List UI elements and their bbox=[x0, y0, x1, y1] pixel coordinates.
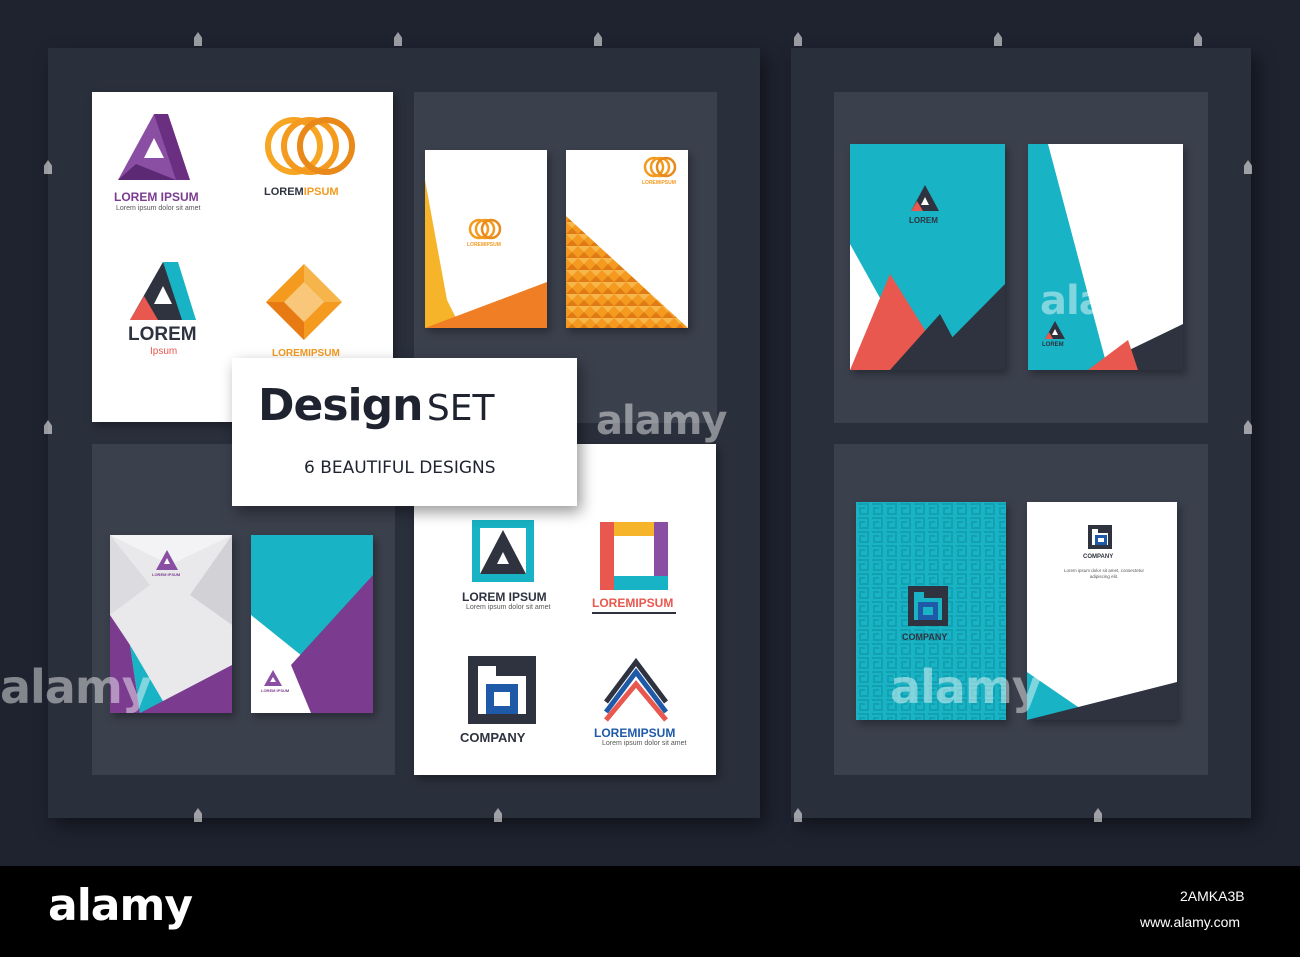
brochure-orange-two: LOREMIPSUM bbox=[566, 150, 688, 328]
company-square-logo-icon bbox=[468, 656, 536, 724]
watermark-mark-icon bbox=[594, 32, 602, 46]
title-subtitle: 6 BEAUTIFUL DESIGNS bbox=[304, 458, 496, 478]
color-squares-lorem-part: LOREM bbox=[592, 596, 636, 610]
loremipsum-logo-a: LOREMIPSUM bbox=[264, 186, 339, 198]
brochure-two-loremipsum-text: LOREMIPSUM bbox=[642, 180, 676, 186]
watermark-center: alamy bbox=[596, 398, 727, 444]
brochure-purple-two: LOREM IPSUM bbox=[251, 535, 373, 713]
orange-diamond-logo-icon bbox=[266, 264, 342, 340]
brochure-loremipsum-text: LOREMIPSUM bbox=[467, 242, 501, 248]
brochure-two-ipsum-part: IPSUM bbox=[660, 180, 676, 186]
watermark-left: alamy bbox=[0, 660, 152, 714]
stacked-tagline: Lorem ipsum dolor sit amet bbox=[602, 740, 687, 747]
lorem-ipsum-tagline: Lorem ipsum dolor sit amet bbox=[116, 205, 201, 212]
brochure-company-one-text: COMPANY bbox=[902, 632, 948, 642]
watermark-mark-icon bbox=[194, 32, 202, 46]
footer-url: www.alamy.com bbox=[1140, 914, 1241, 930]
color-squares-underline bbox=[592, 612, 676, 614]
brochure-teal-one-text: LOREM bbox=[909, 216, 938, 225]
loremipsum-ipsum-part: IPSUM bbox=[303, 186, 339, 198]
brochure-teal-two-text: LOREM bbox=[1042, 342, 1064, 348]
title-card: Design SET 6 BEAUTIFUL DESIGNS bbox=[232, 358, 577, 506]
brochure-two-rings-icon bbox=[643, 156, 677, 178]
brochure-company-two-body: Lorem ipsum dolor sit amet, consectetur … bbox=[1063, 568, 1145, 579]
footer-bar: alamy 2AMKA3B www.alamy.com bbox=[0, 866, 1300, 957]
company-logo-text: COMPANY bbox=[460, 730, 526, 745]
watermark-right: alamy bbox=[890, 660, 1042, 714]
title-set: SET bbox=[426, 388, 495, 429]
lorem-ipsum-logo-text: LOREM IPSUM bbox=[114, 190, 199, 204]
square-lorem-ipsum-text: LOREM IPSUM bbox=[462, 590, 547, 604]
brochure-purple-two-logo-icon bbox=[264, 670, 282, 686]
brochure-company-two-text: COMPANY bbox=[1083, 554, 1114, 560]
square-triangle-logo-icon bbox=[472, 520, 534, 582]
watermark-mark-icon bbox=[394, 32, 402, 46]
brochure-teal-one-shapes bbox=[850, 144, 1005, 370]
purple-triangle-logo-icon bbox=[118, 114, 190, 180]
brochure-two-lorem-part: LOREM bbox=[642, 180, 661, 186]
color-squares-ipsum-part: IPSUM bbox=[635, 596, 674, 610]
brochure-company-one-logo-icon bbox=[908, 586, 948, 626]
brochure-orange-one: LOREMIPSUM bbox=[425, 150, 547, 328]
loremipsum-lorem-part: LOREM bbox=[264, 186, 304, 198]
ipsum-small-text: Ipsum bbox=[150, 346, 178, 357]
brochure-teal-one-logo-icon bbox=[911, 185, 939, 211]
stacked-triangles-logo-icon bbox=[604, 657, 668, 722]
orange-rings-logo-icon bbox=[265, 117, 355, 175]
title-design: Design bbox=[258, 380, 423, 431]
brochure-company-two-logo-icon bbox=[1088, 525, 1112, 549]
teal-triangle-logo-icon bbox=[130, 262, 196, 320]
brochure-ipsum-part: IPSUM bbox=[485, 242, 501, 248]
brochure-rings-icon bbox=[468, 218, 502, 240]
brochure-company-two: COMPANY Lorem ipsum dolor sit amet, cons… bbox=[1027, 502, 1177, 720]
square-lorem-ipsum-tagline: Lorem ipsum dolor sit amet bbox=[466, 604, 551, 611]
brochure-lorem-part: LOREM bbox=[467, 242, 486, 248]
lorem-logo-text: LOREM bbox=[128, 324, 197, 345]
brochure-purple-two-text: LOREM IPSUM bbox=[261, 688, 290, 693]
brochure-purple-one-text: LOREM IPSUM bbox=[152, 572, 181, 577]
footer-image-id: 2AMKA3B bbox=[1180, 888, 1245, 904]
stacked-loremipsum-text: LOREMIPSUM bbox=[594, 726, 675, 740]
footer-brand: alamy bbox=[48, 880, 193, 931]
brochure-teal-one: LOREM bbox=[850, 144, 1005, 370]
title-text: Design SET bbox=[258, 380, 495, 431]
brochure-teal-two: LOREM bbox=[1028, 144, 1183, 370]
watermark-mark-icon bbox=[794, 32, 802, 46]
watermark-right-top: alamy bbox=[1040, 278, 1171, 324]
color-squares-loremipsum-text: LOREMIPSUM bbox=[592, 596, 673, 610]
stacked-ipsum-part: IPSUM bbox=[637, 726, 676, 740]
color-squares-logo-icon bbox=[600, 522, 668, 590]
stacked-lorem-part: LOREM bbox=[594, 726, 638, 740]
watermark-mark-icon bbox=[994, 32, 1002, 46]
brochure-purple-one-logo-icon bbox=[156, 550, 178, 570]
watermark-mark-icon bbox=[1194, 32, 1202, 46]
